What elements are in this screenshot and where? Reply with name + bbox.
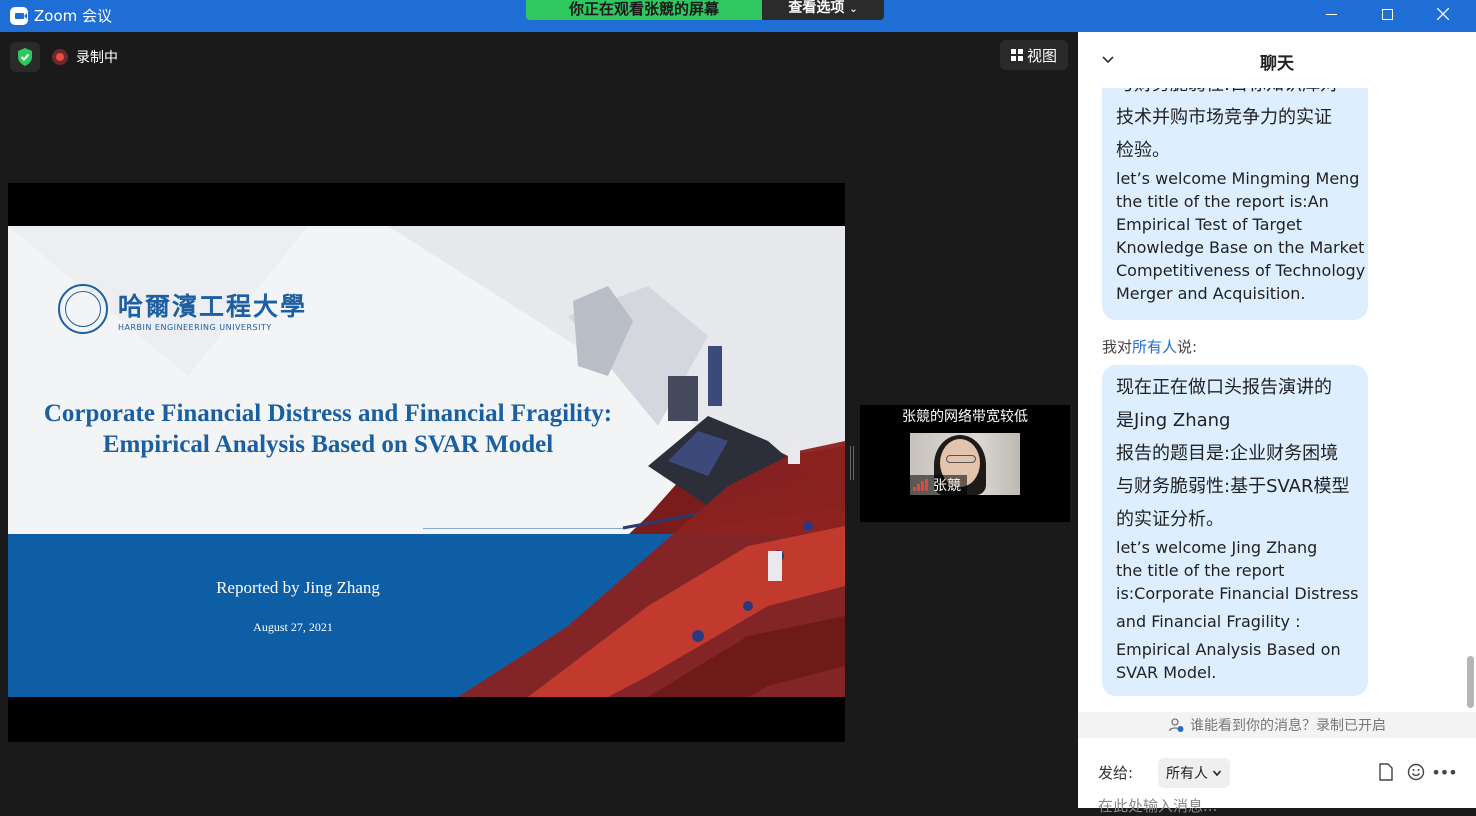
chat-message: 与财务脆弱性:目标知识库对 技术并购市场竞争力的实证 检验。 let’s wel…: [1102, 88, 1368, 320]
maximize-button[interactable]: [1364, 0, 1410, 28]
encryption-button[interactable]: [10, 42, 40, 72]
grid-view-icon: [1010, 49, 1023, 61]
slide-title-line2: Empirical Analysis Based on SVAR Model: [102, 431, 554, 458]
participant-tile[interactable]: 张競的网络带宽较低 张競: [860, 405, 1070, 522]
chat-message: 现在正在做口头报告演讲的 是Jing Zhang 报告的题目是:企业财务困境 与…: [1102, 365, 1368, 696]
recording-label: 录制中: [76, 50, 118, 66]
scrollbar-thumb[interactable]: [1467, 656, 1474, 708]
university-logo: 哈爾濱工程大學 HARBIN ENGINEERING UNIVERSITY: [58, 284, 307, 334]
more-options-button[interactable]: •••: [1431, 762, 1457, 782]
file-button[interactable]: [1376, 762, 1396, 782]
zoom-logo-icon: [10, 6, 28, 25]
minimize-icon: [1325, 13, 1337, 15]
minimize-button[interactable]: [1308, 0, 1354, 28]
university-name-cn: 哈爾濱工程大學: [118, 291, 308, 321]
maximize-icon: [1381, 8, 1393, 20]
meeting-video-area: 录制中 视图 哈爾濱工程大學 HARBIN ENGINEERING UNIVER…: [0, 32, 1078, 808]
chat-scrollbar[interactable]: [1465, 88, 1476, 712]
privacy-notice[interactable]: 谁能看到你的消息？录制已开启: [1078, 712, 1476, 738]
send-to-label: 发给:: [1098, 764, 1134, 782]
slide-title: Corporate Financial Distress and Financi…: [8, 398, 648, 460]
slide-title-line1: Corporate Financial Distress and Financi…: [43, 400, 613, 427]
resize-handle[interactable]: [850, 446, 854, 480]
participant-name-tag: 张競: [910, 475, 967, 495]
view-label: 视图: [1026, 46, 1057, 65]
view-button[interactable]: 视图: [1000, 40, 1068, 70]
chevron-down-icon: [1212, 770, 1222, 777]
shared-screen: 哈爾濱工程大學 HARBIN ENGINEERING UNIVERSITY Co…: [8, 183, 845, 742]
view-options-button[interactable]: 查看选项 ⌄: [762, 0, 884, 20]
file-icon: [1379, 763, 1393, 781]
university-seal-icon: [58, 284, 108, 334]
presentation-slide: 哈爾濱工程大學 HARBIN ENGINEERING UNIVERSITY Co…: [8, 226, 845, 697]
participant-name: 张競: [933, 478, 961, 494]
weak-signal-icon: [913, 479, 928, 491]
recipient-link[interactable]: 所有人: [1132, 338, 1177, 356]
close-window-button[interactable]: [1420, 0, 1466, 28]
message-sender: 我对所有人说:: [1102, 338, 1198, 356]
recording-indicator[interactable]: 录制中: [52, 44, 118, 70]
chat-messages: 与财务脆弱性:目标知识库对 技术并购市场竞争力的实证 检验。 let’s wel…: [1078, 88, 1476, 712]
emoji-button[interactable]: [1406, 762, 1426, 782]
view-options-label: 查看选项: [788, 0, 845, 16]
shield-check-icon: [18, 48, 32, 66]
chat-title: 聊天: [1260, 54, 1294, 74]
chat-panel: 聊天 与财务脆弱性:目标知识库对 技术并购市场竞争力的实证 检验。 let’s …: [1078, 32, 1476, 816]
title-bar: Zoom 会议 你正在观看张競的屏幕 查看选项 ⌄: [0, 0, 1476, 32]
record-dot-icon: [52, 49, 68, 65]
screen-share-banner: 你正在观看张競的屏幕: [526, 0, 762, 20]
close-icon: [1437, 8, 1449, 20]
participant-video: 张競: [910, 433, 1020, 495]
message-input[interactable]: [1098, 796, 1458, 816]
chevron-down-icon: ⌄: [849, 4, 858, 15]
slide-footer-band: [8, 534, 845, 697]
university-name-en: HARBIN ENGINEERING UNIVERSITY: [118, 322, 272, 332]
network-warning: 张競的网络带宽较低: [902, 409, 1028, 425]
slide-date: August 27, 2021: [253, 620, 333, 634]
slide-divider: [423, 528, 623, 529]
more-icon: •••: [1431, 762, 1457, 782]
app-title: Zoom 会议: [34, 7, 113, 25]
privacy-notice-text: 谁能看到你的消息？录制已开启: [1190, 718, 1386, 734]
recipient-dropdown[interactable]: 所有人: [1158, 758, 1230, 788]
user-info-icon: [1168, 718, 1184, 732]
slide-author: Reported by Jing Zhang: [216, 578, 380, 597]
app-title-group: Zoom 会议: [10, 5, 112, 26]
chat-header: 聊天: [1078, 32, 1476, 88]
recipient-value: 所有人: [1166, 766, 1208, 782]
emoji-icon: [1407, 763, 1425, 781]
